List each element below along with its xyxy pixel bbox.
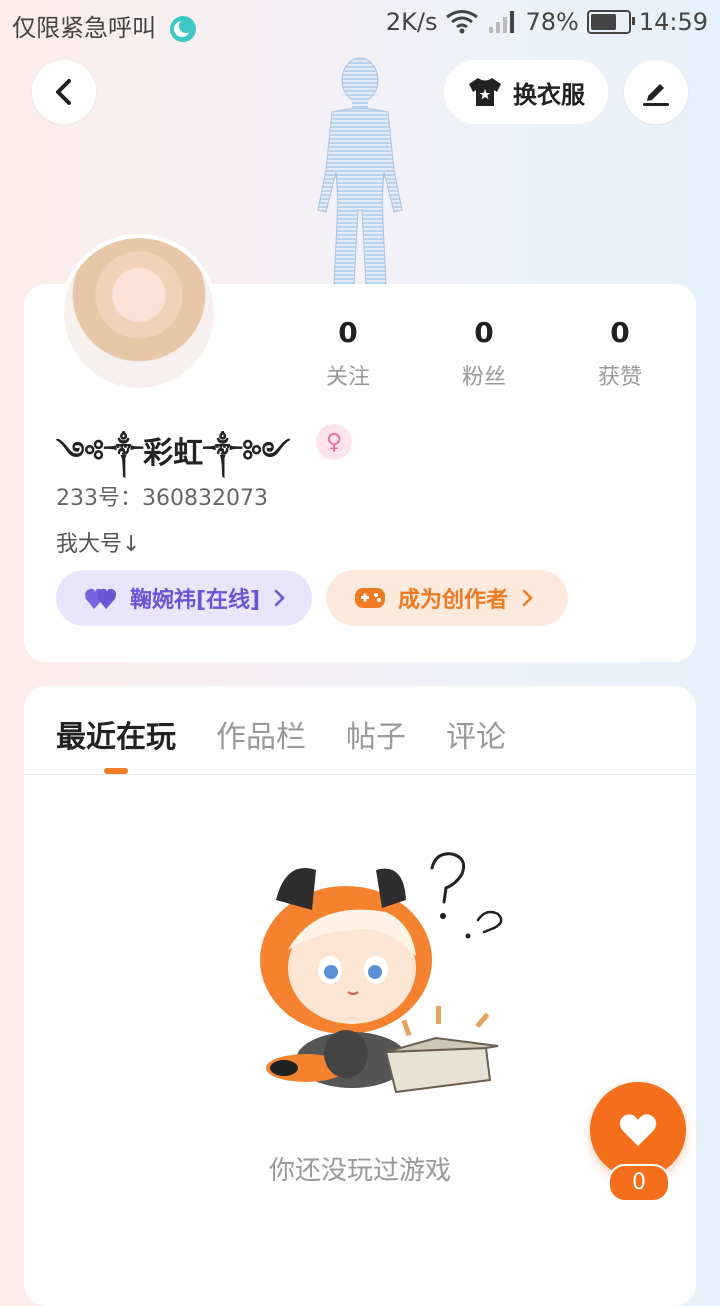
stat-label: 粉丝 bbox=[461, 365, 506, 390]
gamepad-icon bbox=[355, 588, 385, 608]
stat-label: 关注 bbox=[325, 365, 370, 390]
stat-followers[interactable]: 0 粉丝 bbox=[434, 316, 534, 391]
avatar-image bbox=[64, 238, 214, 388]
signal-icon bbox=[489, 11, 515, 33]
empty-state-illustration bbox=[260, 852, 503, 1094]
carrier-text: 仅限紧急呼叫 bbox=[12, 14, 156, 42]
stat-value: 0 bbox=[338, 316, 358, 349]
status-right: 2K/s 78% 14:59 bbox=[386, 8, 708, 36]
wifi-icon bbox=[446, 10, 479, 34]
avatar[interactable] bbox=[60, 234, 218, 392]
female-icon: ♀ bbox=[316, 424, 352, 460]
become-creator-pill[interactable]: 成为创作者 bbox=[326, 570, 568, 626]
dress-up-button[interactable]: 换衣服 bbox=[444, 60, 608, 124]
tab-works[interactable]: 作品栏 bbox=[216, 712, 306, 756]
dress-up-label: 换衣服 bbox=[513, 80, 585, 109]
heart-icon bbox=[619, 1114, 657, 1146]
tab-comments[interactable]: 评论 bbox=[446, 712, 506, 756]
tab-divider bbox=[24, 774, 696, 775]
avatar-hologram-figure[interactable] bbox=[290, 50, 430, 285]
clock: 14:59 bbox=[638, 8, 708, 36]
stat-label: 获赞 bbox=[597, 365, 642, 390]
status-bar: 仅限紧急呼叫 2K/s 78% 14:59 bbox=[0, 0, 720, 50]
chevron-right-icon bbox=[522, 589, 533, 607]
bio: 我大号↓ bbox=[56, 532, 141, 557]
status-left: 仅限紧急呼叫 bbox=[12, 8, 196, 43]
back-button[interactable] bbox=[32, 60, 96, 124]
creator-pill-label: 成为创作者 bbox=[398, 588, 509, 613]
chevron-left-icon bbox=[56, 79, 71, 105]
tshirt-icon bbox=[469, 78, 501, 106]
stat-following[interactable]: 0 关注 bbox=[298, 316, 398, 391]
friend-online-pill[interactable]: 鞠婉祎[在线] bbox=[56, 570, 312, 626]
double-heart-icon bbox=[85, 588, 116, 609]
battery-percent: 78% bbox=[525, 8, 579, 36]
user-id[interactable]: 233号：360832073 bbox=[56, 480, 268, 512]
tab-posts[interactable]: 帖子 bbox=[346, 712, 406, 756]
pen-icon bbox=[643, 84, 669, 106]
like-count: 0 bbox=[608, 1164, 670, 1202]
tab-recently-played[interactable]: 最近在玩 bbox=[56, 712, 176, 756]
chevron-right-icon bbox=[274, 589, 285, 607]
battery-icon bbox=[586, 10, 635, 34]
stat-value: 0 bbox=[610, 316, 630, 349]
stat-likes[interactable]: 0 获赞 bbox=[570, 316, 670, 391]
friend-pill-label: 鞠婉祎[在线] bbox=[130, 588, 261, 613]
moon-icon bbox=[169, 16, 196, 42]
stat-value: 0 bbox=[474, 316, 494, 349]
net-speed: 2K/s bbox=[385, 8, 438, 36]
edit-profile-button[interactable] bbox=[624, 60, 688, 124]
battery-fill bbox=[590, 14, 616, 30]
